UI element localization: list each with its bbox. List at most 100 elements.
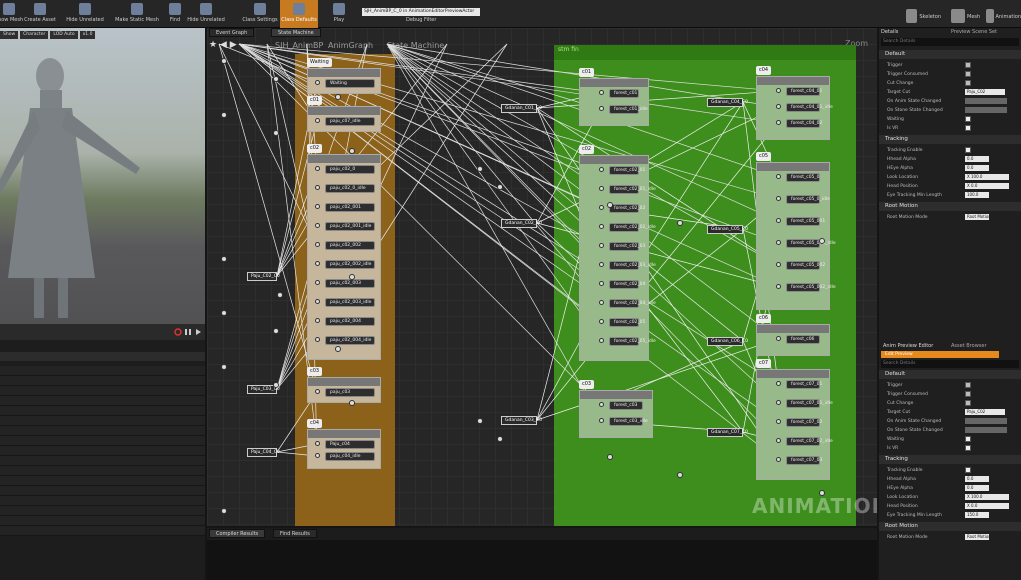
anim-state-node[interactable]: forest_c02_02 — [609, 204, 645, 213]
transition-rule-icon[interactable] — [335, 346, 341, 352]
anim-state-node[interactable]: forest_c05_0_idle — [786, 195, 830, 204]
anim-state-node[interactable]: forest_c02_01_idle — [609, 185, 656, 194]
property-row[interactable] — [0, 426, 205, 436]
node-pin[interactable] — [776, 174, 781, 179]
anim-state-node[interactable]: forest_c04_01 — [786, 87, 822, 96]
conduit-node[interactable]: Paju_C04_C0 — [247, 448, 280, 457]
anim-state-node[interactable]: forest_c02_02_idle — [609, 223, 656, 232]
anim-state-node[interactable]: forest_c07_01 — [786, 380, 822, 389]
anim-state-node[interactable]: paju_c04_idle — [325, 452, 375, 461]
anim-state-node[interactable]: forest_c06 — [786, 335, 820, 344]
left-search-bar[interactable] — [0, 352, 205, 361]
details-value-field[interactable]: X 100.0 — [965, 494, 1009, 500]
details-value-field[interactable]: Root Motion from Montages Only — [965, 214, 989, 220]
node-pin[interactable] — [776, 240, 781, 245]
details-value-field[interactable]: 100.0 — [965, 192, 989, 198]
transition-rule-icon[interactable] — [221, 256, 227, 262]
state-tag[interactable]: c01 — [579, 68, 595, 77]
toolbar-button[interactable]: Create Asset — [22, 0, 58, 28]
toolbar-button[interactable]: Class Settings — [242, 0, 278, 28]
property-row[interactable] — [0, 516, 205, 526]
anim-state-node[interactable]: paju_c02_0_idle — [325, 184, 375, 193]
property-row[interactable] — [0, 436, 205, 446]
transition-rule-icon[interactable] — [221, 58, 227, 64]
details-value-field[interactable]: X 0.0 — [965, 183, 1009, 189]
details-value-field[interactable]: 150.0 — [965, 512, 989, 518]
anim-state-node[interactable]: forest_c05_0 — [786, 173, 820, 182]
checkbox-unchecked[interactable] — [965, 400, 971, 406]
node-pin[interactable] — [776, 336, 781, 341]
state-tag[interactable]: Waiting — [307, 58, 332, 67]
details-section-header[interactable]: Root Motion — [879, 522, 1021, 531]
anim-state-node[interactable]: Waiting — [325, 79, 375, 88]
anim-state-node[interactable]: Paju_c04 — [325, 440, 375, 449]
conduit-node[interactable]: Gdanan_C02_C0 — [501, 219, 542, 228]
anim-state-node[interactable]: forest_c05_002_idle — [786, 283, 836, 292]
anim-state-node[interactable]: paju_c07_idle — [325, 117, 375, 126]
transition-rule-icon[interactable] — [221, 508, 227, 514]
property-row[interactable] — [0, 406, 205, 416]
anim-state-node[interactable]: forest_c04_01_idle — [786, 103, 833, 112]
toolbar-button[interactable]: Make Static Mesh — [112, 0, 162, 28]
checkbox-checked[interactable] — [965, 147, 971, 153]
node-pin[interactable] — [599, 281, 604, 286]
viewport-chip[interactable]: Character — [20, 31, 49, 39]
checkbox-unchecked[interactable] — [965, 62, 971, 68]
toolbar-button[interactable]: Class Defaults — [280, 0, 318, 28]
details-section-header[interactable]: Default — [879, 370, 1021, 379]
node-pin[interactable] — [315, 318, 320, 323]
transition-rule-icon[interactable] — [349, 400, 355, 406]
mode-button[interactable]: Animation — [986, 0, 1021, 28]
transition-rule-icon[interactable] — [273, 328, 279, 334]
node-pin[interactable] — [599, 224, 604, 229]
node-pin[interactable] — [776, 381, 781, 386]
anim-state-node[interactable]: forest_c01_idle — [609, 105, 648, 114]
transition-rule-icon[interactable] — [607, 454, 613, 460]
anim-state-node[interactable]: forest_c04_02 — [786, 119, 822, 128]
anim-state-node[interactable]: paju_c02_002 — [325, 241, 375, 250]
details-value-field[interactable]: 0.0 — [965, 476, 989, 482]
anim-state-node[interactable]: paju_c02_004_idle — [325, 336, 375, 345]
tab-asset-browser[interactable]: Asset Browser — [951, 343, 987, 349]
node-pin[interactable] — [315, 299, 320, 304]
state-tag[interactable]: c02 — [579, 145, 595, 154]
tab-anim-preview-editor[interactable]: Anim Preview Editor — [883, 343, 933, 349]
anim-state-node[interactable]: forest_c07_02_idle — [786, 437, 833, 446]
details-value-field[interactable]: X 0.0 — [965, 503, 1009, 509]
anim-state-node[interactable]: forest_c02_04_idle — [609, 299, 656, 308]
property-row[interactable] — [0, 506, 205, 516]
node-pin[interactable] — [599, 402, 604, 407]
viewport-chip[interactable]: Show — [0, 31, 19, 39]
node-pin[interactable] — [776, 419, 781, 424]
property-row[interactable] — [0, 416, 205, 426]
state-box[interactable] — [307, 429, 381, 469]
state-tag[interactable]: c06 — [756, 314, 772, 323]
state-tag[interactable]: c03 — [307, 367, 323, 376]
debug-object-select[interactable]: SJH_AnimBP_C_0 in AnimationEditorPreview… — [362, 8, 480, 16]
node-pin[interactable] — [776, 196, 781, 201]
property-row[interactable] — [0, 376, 205, 386]
property-row[interactable] — [0, 366, 205, 376]
details-bar-field[interactable] — [965, 427, 1007, 433]
conduit-node[interactable]: Gdanan_C03_C0 — [501, 416, 542, 425]
anim-state-node[interactable]: forest_c07_03 — [786, 456, 822, 465]
checkbox-unchecked[interactable] — [965, 391, 971, 397]
node-pin[interactable] — [599, 300, 604, 305]
anim-state-node[interactable]: forest_c02_01 — [609, 166, 645, 175]
anim-state-node[interactable]: forest_c07_02 — [786, 418, 822, 427]
node-pin[interactable] — [776, 262, 781, 267]
state-box[interactable] — [579, 78, 649, 126]
toolbar-button[interactable]: Find — [168, 0, 182, 28]
mode-button[interactable]: Skeleton — [906, 0, 941, 28]
transition-rule-icon[interactable] — [221, 364, 227, 370]
anim-state-node[interactable]: paju_c02_003_idle — [325, 298, 375, 307]
transition-rule-icon[interactable] — [497, 184, 503, 190]
node-pin[interactable] — [776, 218, 781, 223]
state-tag[interactable]: c03 — [579, 380, 595, 389]
transition-rule-icon[interactable] — [335, 94, 341, 100]
edit-preview-bar[interactable]: Edit Preview — [881, 351, 999, 358]
transition-rule-icon[interactable] — [221, 310, 227, 316]
transition-rule-icon[interactable] — [477, 166, 483, 172]
transition-rule-icon[interactable] — [349, 274, 355, 280]
anim-state-node[interactable]: forest_c07_01_idle — [786, 399, 833, 408]
